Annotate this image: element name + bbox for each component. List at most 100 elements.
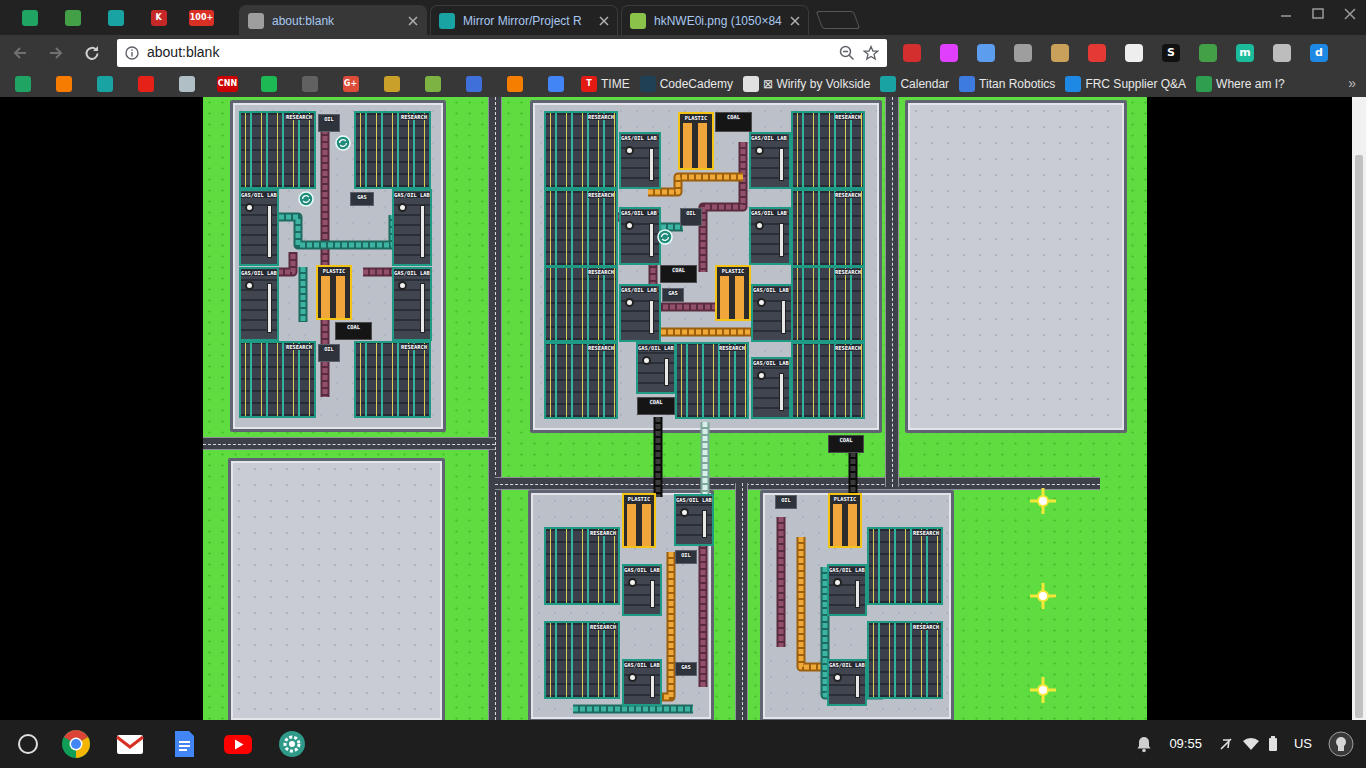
bookmark[interactable]	[412, 70, 453, 97]
forward-button[interactable]	[38, 35, 74, 70]
coal-building[interactable]: COAL	[828, 435, 864, 453]
extension-icon[interactable]	[1051, 44, 1069, 62]
lab-building[interactable]: GAS/OIL LAB	[828, 565, 866, 615]
bookmark[interactable]	[43, 70, 84, 97]
bookmark[interactable]	[84, 70, 125, 97]
pump-building[interactable]: GAS	[675, 662, 697, 676]
coal-building[interactable]: COAL	[637, 397, 675, 415]
coal-building[interactable]: COAL	[335, 322, 372, 340]
bookmark[interactable]: CNN	[207, 70, 248, 97]
pinned-tab[interactable]	[8, 0, 51, 35]
research-building[interactable]: RESEARCH	[545, 528, 619, 604]
extension-icon[interactable]: S	[1162, 44, 1180, 62]
docs-app[interactable]	[164, 724, 204, 764]
plastic-building[interactable]: PLASTIC	[715, 265, 751, 321]
pump-building[interactable]: GAS	[350, 192, 374, 206]
bookmark[interactable]: Titan Robotics	[954, 70, 1060, 97]
research-building[interactable]: RESEARCH	[355, 112, 430, 188]
extension-icon[interactable]	[1125, 44, 1143, 62]
pump-building[interactable]: OIL	[675, 550, 697, 564]
pinned-tab[interactable]	[51, 0, 94, 35]
pump-building[interactable]: OIL	[775, 495, 797, 509]
research-building[interactable]: RESEARCH	[792, 112, 864, 188]
zoom-icon[interactable]	[839, 45, 855, 61]
address-bar[interactable]: about:blank	[117, 39, 887, 67]
back-button[interactable]	[2, 35, 38, 70]
lab-building[interactable]: GAS/OIL LAB	[637, 343, 675, 393]
lab-building[interactable]: GAS/OIL LAB	[620, 208, 660, 264]
plastic-building[interactable]: PLASTIC	[678, 112, 714, 170]
lab-building[interactable]: GAS/OIL LAB	[752, 285, 792, 341]
lab-building[interactable]: GAS/OIL LAB	[240, 190, 278, 265]
research-building[interactable]: RESEARCH	[545, 622, 619, 698]
status-area[interactable]: 09:55US	[1135, 731, 1358, 757]
bookmarks-overflow[interactable]: »	[1338, 73, 1366, 94]
bookmark[interactable]	[494, 70, 535, 97]
close-tab-icon[interactable]	[790, 16, 800, 26]
minimize-icon[interactable]	[1270, 0, 1302, 28]
plastic-building[interactable]: PLASTIC	[828, 493, 862, 548]
plastic-building[interactable]: PLASTIC	[316, 265, 352, 320]
pinned-tab[interactable]: 100+	[180, 0, 223, 35]
research-building[interactable]: RESEARCH	[545, 267, 617, 341]
lab-building[interactable]: GAS/OIL LAB	[750, 208, 790, 264]
pump-building[interactable]: OIL	[318, 344, 340, 362]
lab-building[interactable]: GAS/OIL LAB	[393, 268, 431, 340]
coal-building[interactable]: COAL	[660, 265, 697, 283]
youtube-app[interactable]	[218, 724, 258, 764]
pump-building[interactable]: OIL	[318, 114, 340, 132]
bookmark[interactable]	[248, 70, 289, 97]
lab-building[interactable]: GAS/OIL LAB	[620, 133, 660, 188]
pump-building[interactable]: OIL	[680, 208, 702, 226]
lab-building[interactable]: GAS/OIL LAB	[393, 190, 431, 265]
research-building[interactable]: RESEARCH	[545, 112, 617, 188]
bookmark[interactable]	[166, 70, 207, 97]
pump-building[interactable]: GAS	[662, 288, 684, 302]
waypoint-icon[interactable]	[1029, 676, 1057, 704]
research-building[interactable]: RESEARCH	[676, 343, 748, 418]
bookmark[interactable]: FRC Supplier Q&A	[1060, 70, 1191, 97]
lab-building[interactable]: GAS/OIL LAB	[240, 268, 278, 340]
extension-icon[interactable]	[903, 44, 921, 62]
bookmark[interactable]: Calendar	[875, 70, 954, 97]
lab-building[interactable]: GAS/OIL LAB	[828, 660, 866, 705]
scrollbar[interactable]	[1352, 97, 1366, 720]
research-building[interactable]: RESEARCH	[545, 190, 617, 266]
launcher-button[interactable]	[8, 724, 48, 764]
new-tab-button[interactable]	[816, 11, 861, 29]
close-window-icon[interactable]	[1334, 0, 1366, 28]
waypoint-icon[interactable]	[1029, 487, 1057, 515]
gmail-app[interactable]	[110, 724, 150, 764]
pinned-tab[interactable]: K	[137, 0, 180, 35]
bookmark-star-icon[interactable]	[863, 45, 879, 61]
bookmark[interactable]: G+	[330, 70, 371, 97]
waypoint-icon[interactable]	[1029, 582, 1057, 610]
extension-icon[interactable]	[940, 44, 958, 62]
lab-building[interactable]: GAS/OIL LAB	[750, 133, 790, 188]
building-plot[interactable]	[228, 458, 445, 720]
plastic-building[interactable]: PLASTIC	[622, 493, 656, 548]
bookmark[interactable]	[453, 70, 494, 97]
pinned-tab[interactable]	[94, 0, 137, 35]
maximize-icon[interactable]	[1302, 0, 1334, 28]
research-building[interactable]: RESEARCH	[792, 190, 864, 266]
research-building[interactable]: RESEARCH	[792, 267, 864, 341]
coal-building[interactable]: COAL	[715, 112, 752, 132]
extension-icon[interactable]	[1088, 44, 1106, 62]
bookmark[interactable]	[125, 70, 166, 97]
bookmark[interactable]	[535, 70, 576, 97]
research-building[interactable]: RESEARCH	[355, 342, 430, 417]
bookmark[interactable]: TTIME	[576, 70, 635, 97]
lab-building[interactable]: GAS/OIL LAB	[623, 660, 661, 705]
research-building[interactable]: RESEARCH	[240, 112, 315, 188]
research-building[interactable]: RESEARCH	[240, 342, 315, 417]
avatar-icon[interactable]	[1328, 731, 1354, 757]
lab-building[interactable]: GAS/OIL LAB	[623, 565, 661, 615]
research-building[interactable]: RESEARCH	[792, 343, 864, 418]
bookmark[interactable]: CodeCademy	[635, 70, 738, 97]
extension-icon[interactable]: d	[1310, 44, 1328, 62]
extension-icon[interactable]	[1014, 44, 1032, 62]
bookmark[interactable]	[289, 70, 330, 97]
research-building[interactable]: RESEARCH	[868, 622, 942, 698]
browser-tab[interactable]: Mirror Mirror/Project R	[430, 5, 618, 35]
